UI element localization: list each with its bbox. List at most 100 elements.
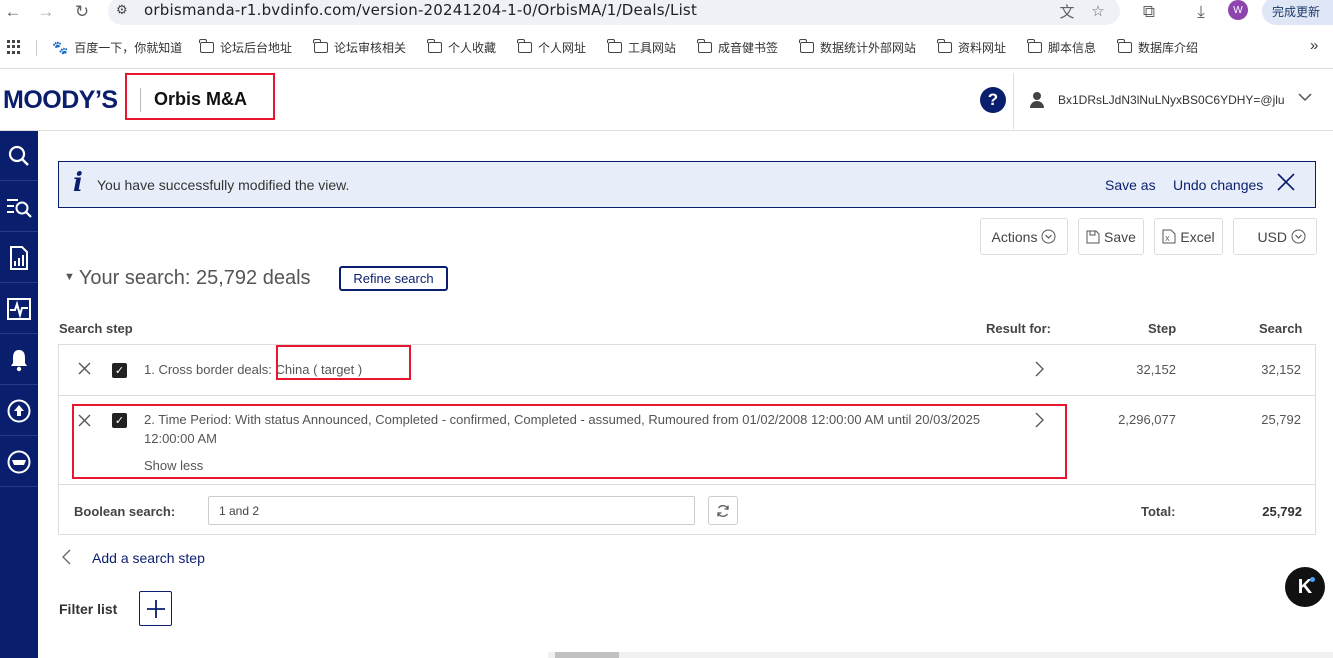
update-button[interactable]: 完成更新 — [1262, 0, 1333, 25]
chevron-down-icon[interactable] — [1298, 89, 1312, 105]
reload-icon[interactable]: ↻ — [71, 1, 93, 23]
deals-icon[interactable] — [0, 437, 38, 487]
boolean-search-input[interactable]: 1 and 2 — [208, 496, 695, 525]
step-1-prefix: 1. Cross border deals: — [144, 362, 276, 377]
bookmarks-bar: 🐾 百度一下，你就知道 论坛后台地址 论坛审核相关 个人收藏 个人网址 工具网站 … — [0, 34, 1333, 60]
translate-icon[interactable]: 文 — [1056, 0, 1078, 22]
report-icon[interactable] — [0, 233, 38, 283]
chevron-right-icon[interactable] — [1035, 412, 1044, 433]
bookmark-folder[interactable]: 论坛后台地址 — [199, 39, 292, 56]
assistant-fab[interactable]: K — [1285, 567, 1325, 607]
download-icon[interactable]: ⤓ — [1190, 1, 1212, 23]
refine-search-button[interactable]: Refine search — [339, 266, 448, 291]
upload-icon[interactable] — [0, 386, 38, 436]
horizontal-scrollbar[interactable] — [548, 652, 1333, 658]
search-icon[interactable] — [0, 131, 38, 181]
bookmark-folder[interactable]: 论坛审核相关 — [313, 39, 407, 56]
moodys-logo[interactable]: MOODY’S — [3, 86, 118, 115]
site-info-icon[interactable]: ⚙ — [116, 2, 134, 20]
step-1-text[interactable]: 1. Cross border deals: China ( target ) — [144, 360, 362, 379]
url-text[interactable]: orbismanda-r1.bvdinfo.com/version-202412… — [144, 1, 697, 19]
bookmark-folder[interactable]: 资料网址 — [937, 39, 1006, 56]
filter-list-label: Filter list — [59, 601, 118, 617]
step-2-step-count: 2,296,077 — [1118, 412, 1176, 427]
bookmark-folder[interactable]: 工具网站 — [607, 39, 676, 56]
save-as-link[interactable]: Save as — [1105, 177, 1156, 193]
apps-grid-icon[interactable] — [7, 40, 21, 54]
save-button[interactable]: Save — [1078, 218, 1144, 255]
step-1-step-count: 32,152 — [1136, 362, 1176, 377]
forward-icon[interactable]: → — [35, 1, 57, 23]
bookmark-label: 成音健书签 — [718, 41, 779, 55]
product-name[interactable]: Orbis M&A — [154, 89, 247, 110]
bookmark-folder[interactable]: 数据统计外部网站 — [799, 39, 917, 56]
undo-changes-link[interactable]: Undo changes — [1173, 177, 1263, 193]
banner-message: You have successfully modified the view. — [97, 177, 350, 193]
bookmark-label: 数据库介绍 — [1138, 41, 1199, 55]
row-separator — [59, 395, 1315, 396]
col-search-step: Search step — [59, 321, 133, 336]
app-header: MOODY’S Orbis M&A ? Bx1DRsLJdN3lNuLNyxBS… — [0, 69, 1333, 131]
back-icon[interactable]: ← — [2, 1, 24, 23]
list-search-icon[interactable] — [0, 182, 38, 232]
close-icon[interactable] — [1276, 172, 1296, 196]
user-name[interactable]: Bx1DRsLJdN3lNuLNyxBS0C6YDHY=@jlu — [1058, 93, 1286, 107]
search-steps-table: ✓ 1. Cross border deals: China ( target … — [58, 344, 1316, 535]
folder-icon — [1027, 39, 1042, 53]
step-checkbox[interactable]: ✓ — [112, 413, 127, 428]
chevron-down-icon — [1291, 229, 1306, 244]
add-search-step-label: Add a search step — [92, 550, 205, 566]
actions-label: Actions — [991, 228, 1038, 245]
add-filter-button[interactable] — [139, 591, 172, 626]
bookmark-label: 百度一下，你就知道 — [74, 41, 183, 55]
show-less-link[interactable]: Show less — [144, 458, 203, 473]
bookmark-label: 论坛审核相关 — [334, 41, 407, 55]
excel-button[interactable]: X Excel — [1154, 218, 1223, 255]
total-value: 25,792 — [1262, 504, 1302, 519]
step-2-text[interactable]: 2. Time Period: With status Announced, C… — [144, 410, 1029, 448]
svg-text:X: X — [1165, 235, 1170, 243]
logo-separator — [140, 88, 141, 112]
excel-icon: X — [1162, 229, 1176, 244]
address-bar[interactable]: ⚙ orbismanda-r1.bvdinfo.com/version-2024… — [108, 0, 1120, 25]
help-icon[interactable]: ? — [980, 87, 1006, 113]
remove-step-icon[interactable] — [78, 362, 91, 380]
remove-step-icon[interactable] — [78, 414, 91, 432]
currency-label: USD — [1257, 228, 1287, 245]
chevron-down-icon — [1041, 229, 1056, 244]
bookmark-folder[interactable]: 数据库介绍 — [1117, 39, 1199, 56]
add-search-step-link[interactable]: Add a search step — [62, 549, 205, 570]
scrollbar-thumb[interactable] — [555, 652, 619, 658]
extensions-icon[interactable]: ⧉ — [1138, 1, 1160, 23]
more-bookmarks-icon[interactable]: » — [1310, 37, 1318, 54]
baidu-paw-icon: 🐾 — [52, 39, 69, 55]
bookmark-baidu[interactable]: 🐾 百度一下，你就知道 — [52, 39, 182, 56]
bookmark-folder[interactable]: 成音健书签 — [697, 39, 779, 56]
chevron-right-icon[interactable] — [1035, 361, 1044, 382]
folder-icon — [313, 39, 328, 53]
folder-icon — [607, 39, 622, 53]
refresh-icon[interactable] — [708, 496, 738, 525]
collapse-triangle-icon[interactable]: ▼ — [64, 271, 75, 283]
folder-icon — [1117, 39, 1132, 53]
currency-select[interactable]: USD — [1233, 218, 1317, 255]
boolean-search-label: Boolean search: — [74, 504, 176, 519]
step-checkbox[interactable]: ✓ — [112, 363, 127, 378]
bookmark-star-icon[interactable]: ☆ — [1087, 0, 1109, 22]
search-title[interactable]: ▼ Your search: 25,792 deals — [64, 267, 311, 290]
sidebar — [0, 131, 38, 658]
info-icon: i — [73, 168, 83, 198]
profile-avatar[interactable]: W — [1228, 0, 1248, 20]
bookmark-folder[interactable]: 脚本信息 — [1027, 39, 1096, 56]
folder-icon — [799, 39, 814, 53]
chevron-left-icon — [62, 549, 76, 569]
bookmark-label: 数据统计外部网站 — [820, 41, 917, 55]
activity-icon[interactable] — [0, 284, 38, 334]
save-icon — [1086, 230, 1100, 243]
bell-icon[interactable] — [0, 335, 38, 385]
bookmark-folder[interactable]: 个人收藏 — [427, 39, 496, 56]
success-banner: i You have successfully modified the vie… — [58, 161, 1316, 208]
actions-button[interactable]: Actions — [980, 218, 1068, 255]
header-divider — [1013, 73, 1014, 129]
bookmark-folder[interactable]: 个人网址 — [517, 39, 586, 56]
